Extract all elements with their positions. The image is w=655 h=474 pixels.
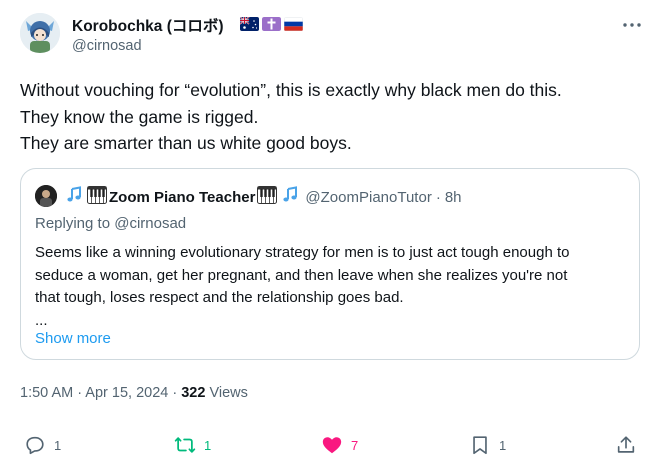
like-count: 7 [351, 437, 359, 453]
russia-flag-icon [284, 17, 303, 31]
quote-author-name[interactable]: Zoom Piano Teacher [109, 189, 255, 206]
retweet-icon [174, 437, 196, 453]
replying-to: Replying to @cirnosad [35, 215, 187, 232]
bookmark-button[interactable]: 1 [469, 434, 506, 456]
share-icon [617, 436, 635, 453]
reply-count: 1 [54, 437, 62, 453]
tweet-date[interactable]: Apr 15, 2024 [85, 385, 168, 401]
bookmark-icon [473, 436, 487, 455]
quote-timestamp[interactable]: 8h [445, 189, 462, 206]
quote-avatar[interactable] [35, 185, 57, 207]
quote-line: ... [35, 311, 48, 329]
separator-dot: · [172, 385, 182, 401]
like-button[interactable]: 7 [321, 434, 358, 456]
quote-line: Seems like a winning evolutionary strate… [35, 244, 570, 261]
author-name[interactable]: Korobochka (コロボ) [72, 14, 224, 36]
retweet-count: 1 [204, 437, 212, 453]
avatar[interactable] [20, 13, 60, 53]
music-note-icon [281, 186, 299, 208]
share-button[interactable] [615, 434, 637, 456]
tweet-meta: 1:50 AM · Apr 15, 2024 · 322 Views [20, 385, 248, 401]
quote-body: Seems like a winning evolutionary strate… [35, 242, 631, 332]
piano-keys-icon [87, 186, 107, 208]
tweet-line: They know the game is rigged. [20, 106, 259, 127]
reply-button[interactable]: 1 [24, 434, 61, 456]
tweet-text: Without vouching for “evolution”, this i… [20, 77, 562, 157]
orthodox-cross-icon [262, 17, 281, 31]
heart-icon [322, 437, 342, 454]
retweet-button[interactable]: 1 [174, 434, 211, 456]
views-label: Views [209, 385, 248, 401]
tweet-line: They are smarter than us white good boys… [20, 133, 352, 153]
piano-keys-icon [257, 186, 278, 208]
views-count: 322 [181, 385, 206, 401]
tweet-line: Without vouching for “evolution”, this i… [20, 80, 562, 100]
author-handle[interactable]: @cirnosad [72, 38, 142, 54]
quoted-tweet[interactable]: Zoom Piano Teacher @ZoomPianoTutor · 8h … [20, 168, 640, 360]
quote-line: that tough, loses respect and the relati… [35, 289, 404, 306]
quote-author-handle[interactable]: @ZoomPianoTutor [305, 189, 431, 206]
more-options-button[interactable] [620, 13, 644, 37]
author-flags [240, 17, 303, 31]
tweet-time[interactable]: 1:50 AM [20, 385, 73, 401]
show-more-link[interactable]: Show more [35, 330, 111, 347]
music-note-icon [65, 186, 83, 208]
reply-icon [26, 436, 44, 455]
quote-header: Zoom Piano Teacher @ZoomPianoTutor · 8h [63, 186, 462, 208]
separator-dot: · [435, 188, 441, 206]
australia-flag-icon [240, 17, 259, 31]
bookmark-count: 1 [499, 437, 507, 453]
more-icon [623, 23, 641, 27]
quote-line: seduce a woman, get her pregnant, and th… [35, 266, 568, 284]
